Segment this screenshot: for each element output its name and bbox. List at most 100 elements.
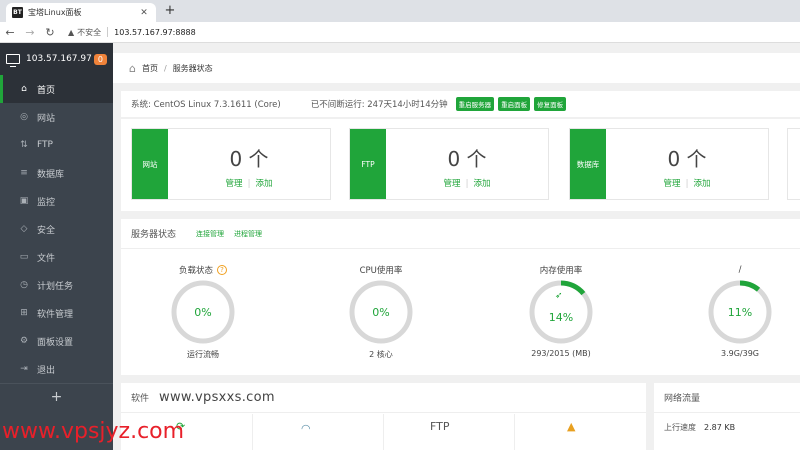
restart-panel-button[interactable]: 重启面板 bbox=[498, 97, 531, 111]
sidebar-item-label: 网站 bbox=[37, 113, 56, 124]
watermark-overlay: www.vpsjyz.com bbox=[2, 419, 185, 444]
logout-icon: ⇥ bbox=[20, 364, 28, 374]
sidebar-item-label: 计划任务 bbox=[37, 281, 74, 292]
stat-links: 管理 | 添加 bbox=[386, 177, 548, 189]
globe-icon: ◎ bbox=[20, 112, 28, 122]
status-header: 服务器状态 连接管理 进程管理 bbox=[121, 219, 800, 249]
gauge-load: 负载状态? 0% 运行流畅 bbox=[143, 263, 263, 360]
home-icon[interactable]: ⌂ bbox=[129, 62, 136, 75]
gauge-title: 负载状态? bbox=[143, 263, 263, 277]
sidebar-item-label: 面板设置 bbox=[37, 337, 74, 348]
upload-label: 上行速度 bbox=[664, 422, 696, 432]
gauge-subtitle: 运行流畅 bbox=[187, 350, 219, 359]
add-button[interactable]: + bbox=[0, 383, 113, 409]
reload-icon[interactable]: ↻ bbox=[40, 26, 60, 39]
gauge-title: CPU使用率 bbox=[359, 266, 403, 276]
omnibox[interactable]: ▲ 不安全 103.57.167.97:8888 bbox=[68, 27, 196, 38]
help-icon[interactable]: ? bbox=[217, 265, 227, 275]
process-manage-link[interactable]: 进程管理 bbox=[234, 229, 262, 239]
sidebar-item-label: 监控 bbox=[37, 197, 56, 208]
monitor-icon: ▣ bbox=[19, 196, 29, 206]
home-icon: ⌂ bbox=[21, 84, 27, 94]
close-icon[interactable]: ✕ bbox=[138, 8, 150, 18]
gauge-percent: 14% bbox=[548, 310, 574, 324]
gauge-memory: 内存使用率 ➶ 14% 293/2015 (MB) bbox=[501, 263, 621, 358]
new-tab-button[interactable]: + bbox=[162, 3, 178, 19]
sidebar-item-label: 数据库 bbox=[37, 169, 65, 180]
gauge-subtitle: 2 核心 bbox=[369, 350, 393, 359]
manage-link[interactable]: 管理 bbox=[226, 179, 243, 189]
sidebar-item-database[interactable]: ≡ 数据库 bbox=[0, 159, 113, 187]
restart-server-button[interactable]: 重启服务器 bbox=[455, 97, 495, 111]
gauge-ring[interactable]: ➶ 14% bbox=[528, 279, 594, 345]
sidebar-header: 103.57.167.97 0 bbox=[0, 43, 113, 75]
sidebar-item-software[interactable]: ⊞ 软件管理 bbox=[0, 299, 113, 327]
sidebar-item-settings[interactable]: ⚙ 面板设置 bbox=[0, 327, 113, 355]
server-ip: 103.57.167.97 bbox=[26, 54, 92, 64]
connection-manage-link[interactable]: 连接管理 bbox=[196, 229, 224, 239]
sidebar-item-label: FTP bbox=[37, 140, 53, 150]
back-icon[interactable]: ← bbox=[0, 26, 20, 39]
stat-card-partial bbox=[787, 128, 800, 200]
manage-link[interactable]: 管理 bbox=[444, 179, 461, 189]
sidebar-item-label: 退出 bbox=[37, 365, 56, 376]
stat-value: 0 个 bbox=[229, 147, 269, 171]
clock-icon: ◷ bbox=[20, 280, 28, 290]
add-link[interactable]: 添加 bbox=[255, 179, 272, 189]
manage-link[interactable]: 管理 bbox=[664, 179, 681, 189]
status-title: 服务器状态 bbox=[131, 230, 177, 240]
shield-icon: ◇ bbox=[20, 224, 28, 234]
sidebar-item-cron[interactable]: ◷ 计划任务 bbox=[0, 271, 113, 299]
apache-feather-icon: ▲ bbox=[567, 420, 576, 433]
sidebar-item-security[interactable]: ◇ 安全 bbox=[0, 215, 113, 243]
gauge-ring: 11% bbox=[707, 279, 773, 345]
stat-label: 网站 bbox=[132, 129, 168, 199]
add-link[interactable]: 添加 bbox=[693, 179, 710, 189]
breadcrumb-home[interactable]: 首页 bbox=[142, 63, 158, 74]
gear-icon: ⚙ bbox=[19, 336, 29, 346]
stat-links: 管理 | 添加 bbox=[168, 177, 330, 189]
main-content: ⌂ 首页 / 服务器状态 系统: CentOS Linux 7.3.1611 (… bbox=[113, 43, 800, 450]
sidebar-item-label: 文件 bbox=[37, 253, 56, 264]
sidebar-item-logout[interactable]: ⇥ 退出 bbox=[0, 355, 113, 383]
stat-value: 0 个 bbox=[447, 147, 487, 171]
stat-label: 数据库 bbox=[570, 129, 606, 199]
software-header: 软件 www.vpsxxs.com bbox=[121, 383, 646, 413]
add-link[interactable]: 添加 bbox=[473, 179, 490, 189]
software-panel: 软件 www.vpsxxs.com ⟳ ◠ FTP ▲ bbox=[121, 383, 646, 450]
repair-panel-button[interactable]: 修复面板 bbox=[534, 97, 567, 111]
sidebar-item-ftp[interactable]: ⇅ FTP bbox=[0, 131, 113, 159]
sidebar-item-monitor[interactable]: ▣ 监控 bbox=[0, 187, 113, 215]
sidebar-item-home[interactable]: ⌂ 首页 bbox=[0, 75, 113, 103]
forward-icon[interactable]: → bbox=[20, 26, 40, 39]
sidebar-item-files[interactable]: ▭ 文件 bbox=[0, 243, 113, 271]
sidebar-item-label: 安全 bbox=[37, 225, 56, 236]
upload-speed-row: 上行速度 2.87 KB bbox=[654, 413, 800, 441]
ftp-logo-icon: FTP bbox=[430, 420, 450, 433]
gauge-subtitle: 3.9G/39G bbox=[721, 349, 759, 358]
software-item[interactable]: ▲ bbox=[515, 414, 646, 450]
stat-card-database: 数据库 0 个 管理 | 添加 bbox=[569, 128, 769, 200]
notification-badge[interactable]: 0 bbox=[93, 53, 107, 65]
upload-value: 2.87 KB bbox=[704, 422, 736, 432]
browser-tabbar: BT 宝塔Linux面板 ✕ + bbox=[0, 0, 800, 22]
breadcrumb-current: 服务器状态 bbox=[172, 63, 213, 73]
gauge-percent: 0% bbox=[194, 305, 212, 319]
browser-tab[interactable]: BT 宝塔Linux面板 ✕ bbox=[6, 3, 156, 22]
grid-icon: ⊞ bbox=[20, 308, 28, 318]
gauge-title-text: 负载状态 bbox=[178, 266, 213, 276]
sidebar-item-label: 软件管理 bbox=[37, 309, 74, 320]
stat-links: 管理 | 添加 bbox=[606, 177, 768, 189]
software-item[interactable]: FTP bbox=[384, 414, 515, 450]
gauge-title: 内存使用率 bbox=[539, 266, 583, 276]
software-item[interactable]: ◠ bbox=[253, 414, 384, 450]
mysql-dolphin-icon: ◠ bbox=[301, 422, 311, 435]
sidebar-item-website[interactable]: ◎ 网站 bbox=[0, 103, 113, 131]
bt-favicon-icon: BT bbox=[12, 7, 23, 18]
warning-icon: ▲ bbox=[68, 27, 75, 37]
watermark-text: www.vpsxxs.com bbox=[159, 390, 275, 405]
gauge-ring: 0% bbox=[170, 279, 236, 345]
stat-card-ftp: FTP 0 个 管理 | 添加 bbox=[349, 128, 549, 200]
url-text[interactable]: 103.57.167.97:8888 bbox=[114, 28, 196, 37]
network-panel: 网络流量 上行速度 2.87 KB bbox=[654, 383, 800, 450]
